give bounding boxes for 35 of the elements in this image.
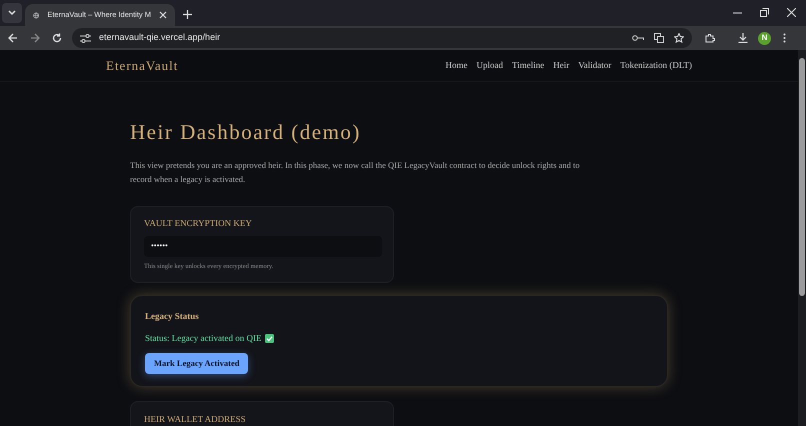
back-icon[interactable] (8, 33, 18, 43)
star-icon[interactable] (674, 33, 684, 43)
address-bar[interactable]: eternavault-qie.vercel.app/heir (72, 28, 692, 48)
mark-activated-button[interactable]: Mark Legacy Activated (145, 353, 248, 374)
site-settings-icon[interactable] (80, 34, 91, 42)
menu-icon[interactable] (783, 33, 786, 43)
close-window-icon[interactable] (787, 8, 796, 17)
card-title: Legacy Status (145, 310, 200, 323)
extensions-icon[interactable] (705, 33, 715, 43)
page-title: Heir Dashboard (demo) (130, 119, 362, 146)
intro-text: This view pretends you are an approved heir. In this phase, we now call the QIE LegacyVault contract to decide unlock rights and to record when a legacy is activated. (130, 159, 580, 186)
nav-link[interactable]: Home (446, 58, 468, 72)
status-text: Status: Legacy activated on QIE (145, 332, 262, 345)
scrollbar[interactable] (798, 50, 806, 426)
restore-icon[interactable] (760, 8, 769, 17)
forward-icon[interactable] (30, 33, 40, 43)
reload-icon[interactable] (52, 33, 62, 43)
minimize-icon[interactable] (733, 12, 742, 14)
key-input[interactable]: •••••• (144, 236, 382, 256)
tab-list-icon[interactable] (2, 3, 22, 23)
key-icon[interactable] (632, 34, 644, 42)
new-tab-icon[interactable] (183, 10, 192, 19)
nav-link[interactable]: Upload (476, 58, 504, 72)
download-icon[interactable] (738, 33, 748, 43)
nav-link[interactable]: Validator (578, 58, 612, 72)
key-value: •••••• (151, 240, 168, 252)
nav-link[interactable]: Tokenization (DLT) (620, 58, 692, 72)
card-label: VAULT ENCRYPTION KEY (144, 217, 253, 230)
close-icon[interactable] (159, 11, 167, 19)
nav-link[interactable]: Timeline (512, 58, 544, 72)
globe-icon (33, 10, 40, 20)
site-logo[interactable]: EternaVault (106, 56, 178, 76)
card-label: HEIR WALLET ADDRESS (144, 413, 247, 426)
nav-link[interactable]: Heir (553, 58, 570, 72)
url-text: eternavault-qie.vercel.app/heir (99, 31, 220, 44)
